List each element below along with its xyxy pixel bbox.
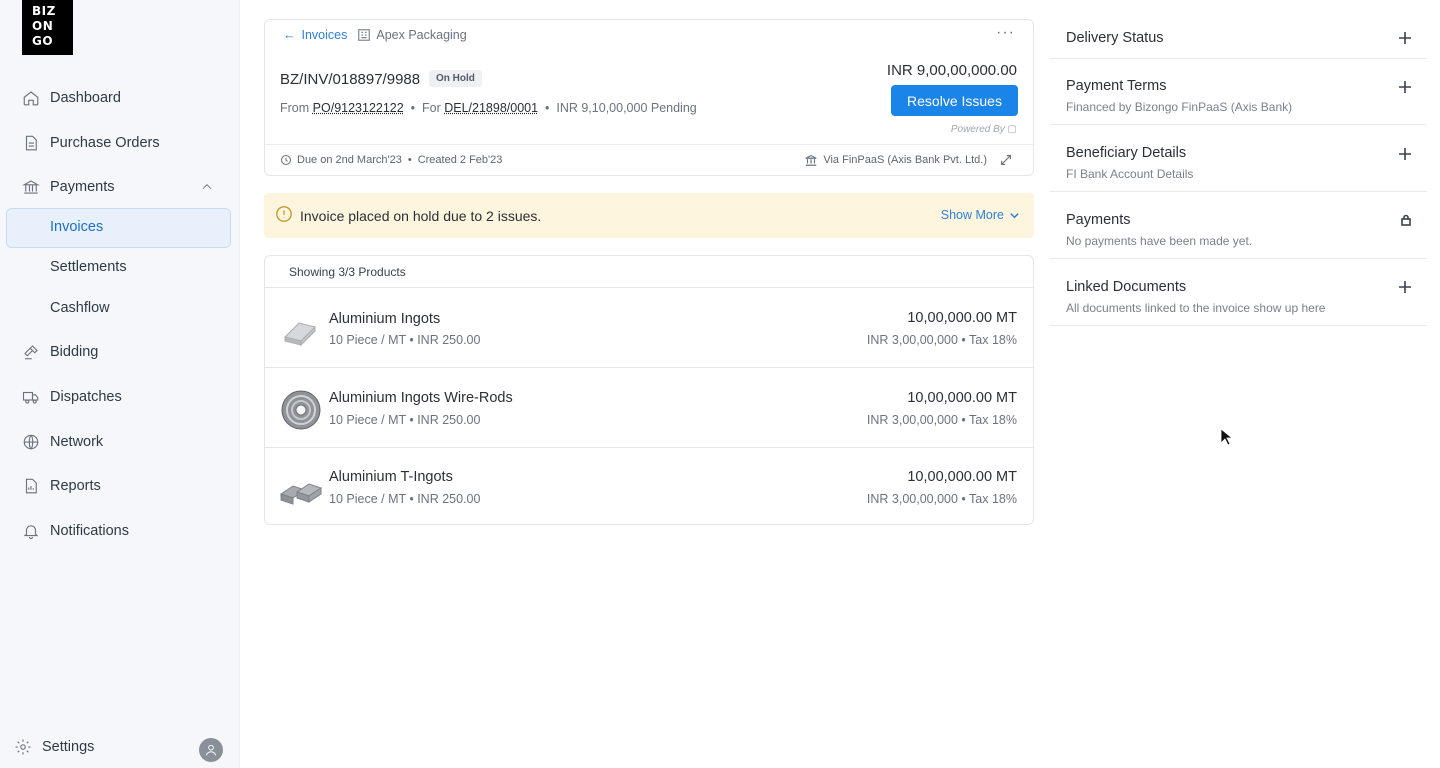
globe-icon: [22, 433, 40, 451]
powered-by-label: Powered By ▢: [950, 124, 1017, 135]
invoice-header-card: ← Invoices Apex Packaging ··· BZ/INV/018…: [264, 19, 1034, 176]
plus-icon[interactable]: [1398, 80, 1412, 94]
wire-coil-icon: [279, 388, 323, 432]
po-link[interactable]: PO/9123122122: [313, 101, 404, 115]
back-arrow-icon[interactable]: ←: [283, 28, 296, 42]
resolve-issues-button[interactable]: Resolve Issues: [891, 85, 1018, 116]
linked-documents-section[interactable]: Linked Documents All documents linked to…: [1050, 259, 1427, 326]
report-icon: [22, 477, 40, 495]
gear-icon: [15, 739, 31, 755]
beneficiary-details-section[interactable]: Beneficiary Details FI Bank Account Deta…: [1050, 125, 1427, 192]
plus-icon[interactable]: [1398, 280, 1412, 294]
sidebar-item-purchase-orders[interactable]: Purchase Orders: [22, 131, 160, 155]
settings-button[interactable]: Settings: [14, 738, 94, 756]
truck-icon: [22, 388, 40, 406]
bizongo-logo[interactable]: BIZ ON GO: [22, 0, 73, 55]
delivery-status-section[interactable]: Delivery Status: [1050, 16, 1427, 59]
sidebar-item-invoices[interactable]: Invoices: [50, 219, 103, 235]
pending-amount: INR 9,10,00,000 Pending: [556, 101, 697, 115]
plus-icon[interactable]: [1398, 147, 1412, 161]
document-icon: [22, 134, 40, 152]
bank-icon: [805, 154, 817, 166]
show-more-button[interactable]: Show More: [941, 208, 1020, 222]
chevron-up-icon[interactable]: [200, 180, 214, 194]
sidebar-item-network[interactable]: Network: [22, 430, 103, 454]
breadcrumb: ← Invoices Apex Packaging: [283, 28, 467, 42]
alert-text: Invoice placed on hold due to 2 issues.: [300, 208, 542, 224]
home-icon: [22, 89, 40, 107]
due-date: Due on 2nd March'23: [297, 154, 402, 166]
expand-icon[interactable]: [999, 153, 1013, 167]
vendor-name[interactable]: Apex Packaging: [376, 28, 466, 42]
sidebar-item-notifications[interactable]: Notifications: [22, 519, 129, 543]
products-card: Showing 3/3 Products Aluminium Ingots 10…: [264, 255, 1034, 525]
delivery-link[interactable]: DEL/21898/0001: [444, 101, 538, 115]
clock-icon: [280, 154, 292, 166]
hold-alert: Invoice placed on hold due to 2 issues. …: [264, 193, 1034, 238]
sidebar-item-bidding[interactable]: Bidding: [22, 340, 98, 364]
warning-icon: [275, 205, 293, 223]
created-date: Created 2 Feb'23: [417, 154, 503, 166]
bell-icon: [22, 522, 40, 540]
sidebar-item-cashflow[interactable]: Cashflow: [50, 300, 110, 316]
sidebar: BIZ ON GO Dashboard Purchase Orders Paym…: [0, 0, 240, 768]
ingot-icon: [279, 307, 323, 351]
invoice-amount: INR 9,00,00,000.00: [886, 62, 1017, 79]
plus-icon[interactable]: [1398, 31, 1412, 45]
status-badge: On Hold: [429, 70, 482, 87]
sidebar-item-dispatches[interactable]: Dispatches: [22, 385, 122, 409]
bank-icon: [22, 178, 40, 196]
product-row[interactable]: Aluminium Ingots 10 Piece / MT • INR 250…: [265, 287, 1033, 367]
payments-section[interactable]: Payments No payments have been made yet.: [1050, 192, 1427, 259]
invoice-number: BZ/INV/018897/9988: [280, 71, 421, 88]
invoice-meta: From PO/9123122122 • For DEL/21898/0001 …: [280, 101, 697, 115]
sidebar-item-payments[interactable]: Payments: [22, 175, 114, 199]
chevron-down-icon: [1010, 212, 1019, 218]
product-row[interactable]: Aluminium T-Ingots 10 Piece / MT • INR 2…: [265, 447, 1033, 527]
t-ingot-icon: [279, 468, 323, 512]
sidebar-item-settlements[interactable]: Settlements: [50, 259, 127, 275]
invoice-footer: Due on 2nd March'23 • Created 2 Feb'23 V…: [265, 144, 1033, 176]
breadcrumb-invoices-link[interactable]: Invoices: [302, 28, 348, 42]
lock-icon: [1400, 213, 1412, 226]
mouse-cursor-icon: [1220, 428, 1232, 446]
sidebar-active-highlight: [6, 208, 231, 248]
sidebar-item-dashboard[interactable]: Dashboard: [22, 86, 121, 110]
products-heading: Showing 3/3 Products: [289, 265, 406, 279]
sidebar-item-reports[interactable]: Reports: [22, 474, 101, 498]
payment-terms-section[interactable]: Payment Terms Financed by Bizongo FinPaa…: [1050, 59, 1427, 125]
product-row[interactable]: Aluminium Ingots Wire-Rods 10 Piece / MT…: [265, 367, 1033, 447]
user-icon: [205, 744, 217, 756]
building-icon: [357, 28, 371, 42]
avatar[interactable]: [199, 738, 223, 762]
financing-via: Via FinPaaS (Axis Bank Pvt. Ltd.): [823, 154, 987, 166]
more-options-icon[interactable]: ···: [996, 24, 1015, 42]
gavel-icon: [22, 343, 40, 361]
